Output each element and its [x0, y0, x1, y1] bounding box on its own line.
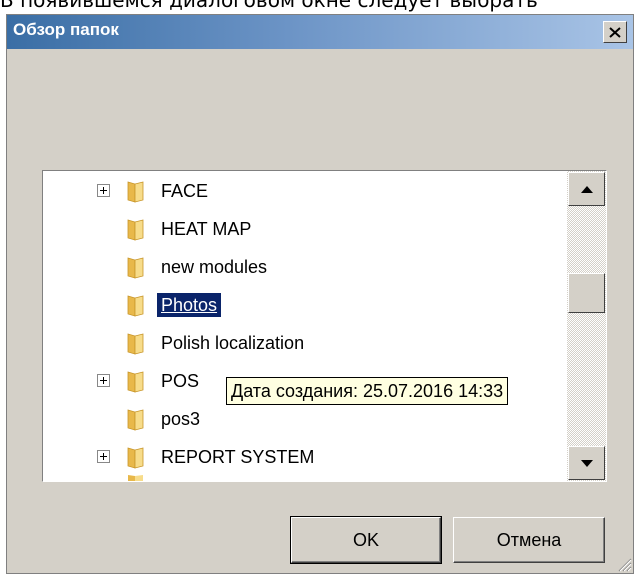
background-instruction-text: В появившемся диалоговом окне следует вы… — [0, 0, 538, 12]
folder-icon — [127, 447, 144, 469]
tree-item-label: REPORT SYSTEM — [161, 447, 315, 467]
tree-item-polish-localization[interactable]: Polish localization — [43, 330, 567, 356]
tree-item-label: new modules — [161, 257, 268, 277]
close-icon — [609, 26, 621, 38]
tree-item-face[interactable]: FACE — [43, 178, 567, 204]
tree-item-partial — [43, 475, 567, 481]
folder-tree-viewport: FACE HEAT MAP new modules Photos Polish … — [43, 171, 567, 481]
expand-plus-icon[interactable] — [97, 374, 110, 387]
folder-icon — [127, 371, 144, 393]
browse-folders-dialog: Обзор папок FACE HEAT MAP new modules Ph… — [6, 14, 634, 574]
resize-grip-icon[interactable] — [614, 554, 632, 572]
tree-item-pos3[interactable]: pos3 — [43, 406, 567, 432]
folder-icon — [128, 475, 143, 481]
tree-item-label: FACE — [161, 181, 209, 201]
cancel-button[interactable]: Отмена — [453, 517, 605, 563]
scroll-down-button[interactable] — [568, 446, 605, 480]
folder-icon — [127, 181, 144, 203]
tree-item-label: Polish localization — [161, 333, 305, 353]
dialog-titlebar[interactable]: Обзор папок — [7, 15, 633, 49]
expand-plus-icon[interactable] — [97, 184, 110, 197]
scroll-down-arrow-icon — [580, 459, 593, 467]
tree-item-photos[interactable]: Photos — [43, 292, 567, 318]
tree-item-label: POS — [161, 371, 200, 391]
dialog-title: Обзор папок — [13, 20, 119, 39]
vertical-scrollbar[interactable] — [567, 171, 606, 481]
scroll-up-button[interactable] — [568, 172, 605, 206]
tree-item-label: HEAT MAP — [161, 219, 252, 239]
folder-icon — [127, 219, 144, 241]
folder-icon — [127, 257, 144, 279]
creation-date-tooltip: Дата создания: 25.07.2016 14:33 — [226, 377, 509, 405]
ok-button[interactable]: OK — [290, 516, 442, 564]
tree-item-label: pos3 — [161, 409, 201, 429]
folder-icon — [127, 409, 144, 431]
scroll-up-arrow-icon — [580, 185, 593, 193]
folder-icon — [127, 333, 144, 355]
folder-tree[interactable]: FACE HEAT MAP new modules Photos Polish … — [42, 170, 607, 482]
scrollbar-thumb[interactable] — [568, 273, 605, 313]
tree-item-new-modules[interactable]: new modules — [43, 254, 567, 280]
folder-icon — [127, 295, 144, 317]
tree-item-report-system[interactable]: REPORT SYSTEM — [43, 444, 567, 470]
tree-item-label-selected: Photos — [157, 293, 222, 317]
expand-plus-icon[interactable] — [97, 450, 110, 463]
close-button[interactable] — [603, 21, 627, 43]
tree-item-heat-map[interactable]: HEAT MAP — [43, 216, 567, 242]
